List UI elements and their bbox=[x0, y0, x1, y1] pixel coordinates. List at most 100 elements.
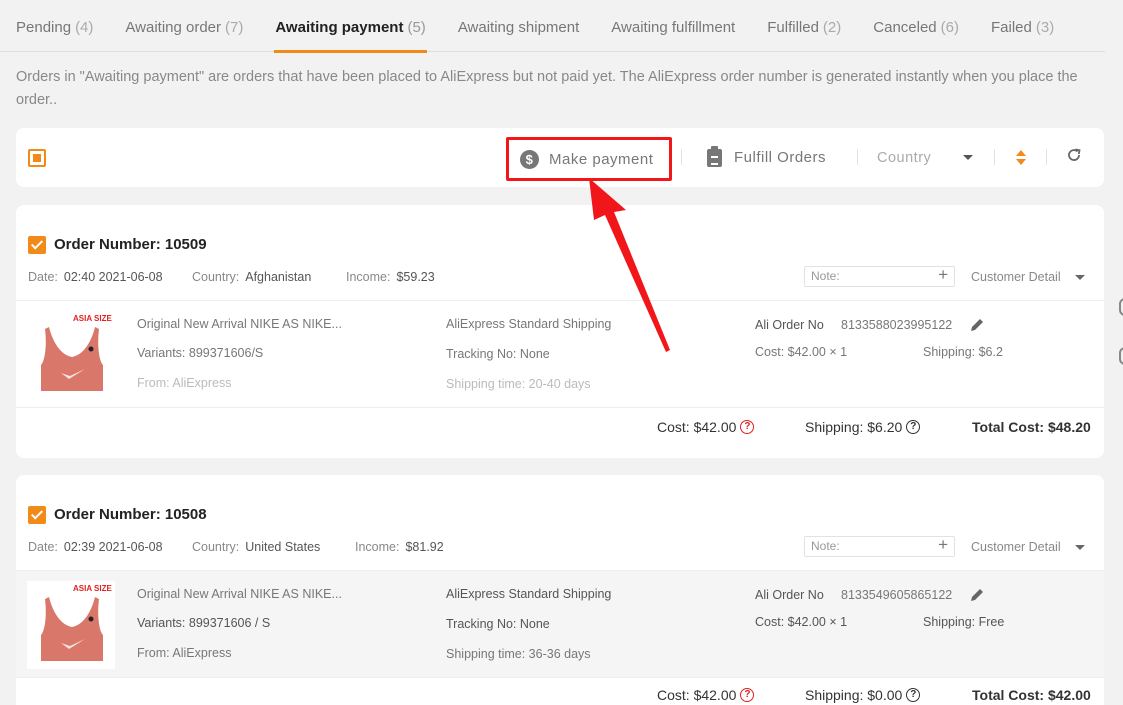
order-cost: Cost: $42.00? bbox=[657, 687, 755, 703]
chevron-down-icon[interactable] bbox=[1075, 545, 1085, 550]
product-variants: Variants: 899371606 / S bbox=[137, 616, 271, 630]
tracking-number: Tracking No: None bbox=[446, 617, 550, 631]
chevron-down-icon[interactable] bbox=[963, 155, 973, 160]
clipboard-icon bbox=[707, 145, 722, 167]
ali-order-label: Ali Order No bbox=[755, 318, 824, 332]
help-icon[interactable]: ? bbox=[906, 688, 921, 702]
tab-description: Orders in "Awaiting payment" are orders … bbox=[16, 69, 1078, 108]
order-country: Country: Afghanistan bbox=[192, 270, 311, 284]
sort-icon[interactable] bbox=[1016, 149, 1026, 167]
customer-detail-toggle[interactable]: Customer Detail bbox=[971, 270, 1061, 284]
toolbar-divider bbox=[1046, 149, 1047, 165]
tab-label: Fulfilled bbox=[767, 19, 819, 36]
order-shipping-value: Shipping: $6.20 bbox=[805, 419, 903, 435]
chevron-down-icon[interactable] bbox=[1075, 275, 1085, 280]
tab-count: (5) bbox=[407, 19, 426, 36]
tab-label: Awaiting shipment bbox=[457, 19, 580, 36]
edit-pen-icon[interactable] bbox=[969, 317, 985, 333]
order-date: Date: 02:40 2021-06-08 bbox=[28, 270, 163, 284]
tab-label: Failed bbox=[991, 19, 1032, 36]
product-source: From: AliExpress bbox=[137, 646, 232, 660]
make-payment-button[interactable]: $ Make payment bbox=[506, 137, 672, 181]
tab-label: Canceled bbox=[873, 19, 937, 36]
income-value: $59.23 bbox=[396, 270, 435, 284]
order-cost-value: Cost: $42.00 bbox=[657, 687, 737, 703]
tab-count: (3) bbox=[1035, 19, 1055, 36]
order-card: Order Number: 10508 Date: 02:39 2021-06-0… bbox=[16, 475, 1104, 705]
country-select[interactable]: Country bbox=[877, 128, 931, 187]
order-checkbox[interactable] bbox=[28, 236, 46, 254]
tab-label: Awaiting payment bbox=[275, 19, 404, 36]
tab-count: (6) bbox=[940, 19, 959, 36]
scroll-handle-icon[interactable] bbox=[1119, 347, 1123, 365]
tab-failed[interactable]: Failed (3) bbox=[991, 0, 1054, 52]
make-payment-label: Make payment bbox=[549, 150, 654, 168]
select-all-checkbox[interactable] bbox=[28, 149, 46, 167]
date-value: 02:39 2021-06-08 bbox=[63, 540, 163, 554]
item-cost: Cost: $42.00 × 1 bbox=[755, 615, 848, 629]
shipping-time: Shipping time: 36-36 days bbox=[446, 647, 591, 661]
country-placeholder: Country bbox=[877, 149, 932, 166]
order-total: Total Cost: $48.20 bbox=[972, 419, 1091, 435]
income-label: Income: bbox=[346, 270, 391, 284]
status-tabs: Pending (4) Awaiting order (7) Awaiting pa… bbox=[0, 0, 1105, 53]
scroll-handle-icon[interactable] bbox=[1119, 298, 1123, 316]
help-icon[interactable]: ? bbox=[740, 420, 755, 434]
order-country: Country: United States bbox=[192, 540, 320, 554]
order-shipping: Shipping: $0.00? bbox=[805, 687, 921, 703]
tab-label: Awaiting order bbox=[125, 19, 222, 36]
order-number: Order Number: 10508 bbox=[54, 506, 207, 523]
help-icon[interactable]: ? bbox=[740, 688, 755, 702]
order-cost: Cost: $42.00? bbox=[657, 419, 755, 435]
product-source: From: AliExpress bbox=[137, 376, 232, 390]
sports-bra-image bbox=[41, 597, 103, 661]
product-title[interactable]: Original New Arrival NIKE AS NIKE... bbox=[137, 317, 342, 331]
order-item-row: ASIA SIZE Original New Arrival NIKE AS N… bbox=[16, 570, 1104, 678]
fulfill-orders-button[interactable]: Fulfill Orders bbox=[707, 128, 826, 187]
customer-detail-toggle[interactable]: Customer Detail bbox=[971, 540, 1061, 554]
item-shipping: Shipping: $6.2 bbox=[923, 345, 1003, 359]
country-value: United States bbox=[245, 540, 321, 554]
product-title[interactable]: Original New Arrival NIKE AS NIKE... bbox=[137, 587, 342, 601]
plus-icon[interactable]: + bbox=[938, 265, 948, 284]
ali-order-label: Ali Order No bbox=[755, 588, 824, 602]
note-input[interactable]: Note: + bbox=[804, 535, 955, 557]
tab-awaiting-fulfillment[interactable]: Awaiting fulfillment bbox=[611, 0, 735, 52]
tab-awaiting-payment[interactable]: Awaiting payment (5) bbox=[274, 0, 428, 53]
country-value: Afghanistan bbox=[245, 270, 312, 284]
tab-count: (2) bbox=[822, 19, 842, 36]
tab-pending[interactable]: Pending (4) bbox=[16, 0, 93, 52]
order-total: Total Cost: $42.00 bbox=[972, 687, 1091, 703]
product-thumbnail[interactable]: ASIA SIZE bbox=[27, 581, 115, 669]
tab-awaiting-order[interactable]: Awaiting order (7) bbox=[125, 0, 243, 52]
income-label: Income: bbox=[355, 540, 400, 554]
note-placeholder: Note: bbox=[811, 269, 840, 283]
product-thumbnail[interactable]: ASIA SIZE bbox=[27, 311, 115, 399]
order-checkbox[interactable] bbox=[28, 506, 46, 524]
order-item-row: ASIA SIZE Original New Arrival NIKE AS N… bbox=[16, 300, 1104, 408]
order-shipping-value: Shipping: $0.00 bbox=[805, 687, 903, 703]
order-date: Date: 02:39 2021-06-08 bbox=[28, 540, 163, 554]
ali-order-number: 8133588023995122 bbox=[841, 318, 953, 332]
toolbar-divider bbox=[681, 149, 682, 165]
tab-fulfilled[interactable]: Fulfilled (2) bbox=[767, 0, 841, 52]
note-input[interactable]: Note: + bbox=[804, 265, 955, 287]
product-variants: Variants: 899371606/S bbox=[137, 346, 264, 360]
edit-pen-icon[interactable] bbox=[969, 587, 985, 603]
date-value: 02:40 2021-06-08 bbox=[63, 270, 163, 284]
order-card: Order Number: 10509 Date: 02:40 2021-06-0… bbox=[16, 205, 1104, 458]
tab-awaiting-shipment[interactable]: Awaiting shipment bbox=[458, 0, 579, 52]
item-cost: Cost: $42.00 × 1 bbox=[755, 345, 848, 359]
refresh-icon[interactable] bbox=[1066, 147, 1082, 163]
income-value: $81.92 bbox=[405, 540, 444, 554]
tab-canceled[interactable]: Canceled (6) bbox=[873, 0, 959, 52]
order-cost-value: Cost: $42.00 bbox=[657, 419, 737, 435]
help-icon[interactable]: ? bbox=[906, 420, 921, 434]
thumbnail-size-tag: ASIA SIZE bbox=[73, 584, 112, 593]
shipping-time: Shipping time: 20-40 days bbox=[446, 377, 591, 391]
country-label: Country: bbox=[192, 540, 240, 554]
note-placeholder: Note: bbox=[811, 539, 840, 553]
tab-label: Awaiting fulfillment bbox=[611, 19, 736, 36]
plus-icon[interactable]: + bbox=[938, 535, 948, 554]
ali-order-number: 8133549605865122 bbox=[841, 588, 953, 602]
